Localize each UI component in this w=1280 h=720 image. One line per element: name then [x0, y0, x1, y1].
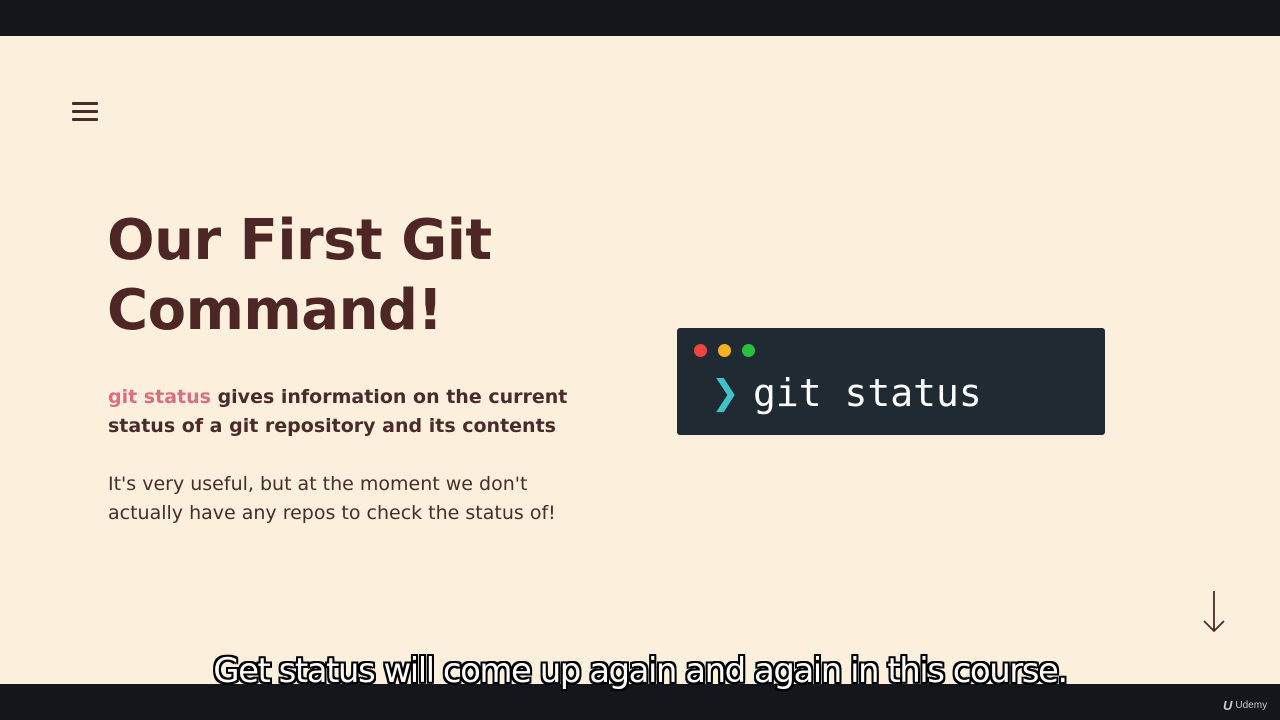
slide-title: Our First Git Command!: [107, 206, 627, 346]
close-dot-icon: [694, 344, 707, 357]
prompt-chevron-icon: ❯: [711, 373, 740, 413]
description: git status gives information on the curr…: [108, 383, 578, 441]
terminal-command: git status: [753, 371, 982, 415]
udemy-watermark: U Udemy: [1223, 697, 1267, 713]
video-caption: Get status will come up again and again …: [213, 651, 1068, 691]
brand-name: Udemy: [1235, 699, 1268, 711]
note: It's very useful, but at the moment we d…: [108, 470, 608, 528]
description-line-1: gives information on the current: [210, 386, 568, 408]
maximize-dot-icon: [742, 344, 755, 357]
minimize-dot-icon: [718, 344, 731, 357]
hamburger-menu-icon[interactable]: [72, 100, 98, 124]
terminal-window: ❯ git status: [677, 328, 1105, 435]
title-line-1: Our First Git: [107, 208, 492, 273]
code-term: git status: [108, 386, 211, 408]
udemy-logo-icon: U: [1223, 697, 1233, 713]
slide: Our First Git Command! git status gives …: [0, 36, 1280, 684]
description-line-2: status of a git repository and its conte…: [108, 415, 556, 437]
note-line-1: It's very useful, but at the moment we d…: [108, 473, 528, 495]
title-line-2: Command!: [107, 278, 443, 343]
arrow-down-icon[interactable]: [1201, 589, 1227, 635]
note-line-2: actually have any repos to check the sta…: [108, 502, 556, 524]
